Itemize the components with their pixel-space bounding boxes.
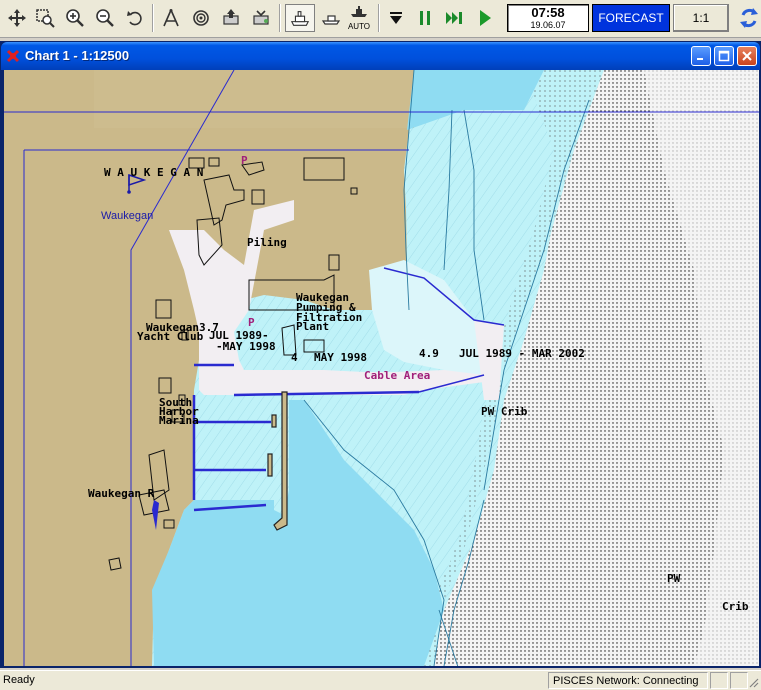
label-town: W A U K E G A N [104,166,203,179]
label-south-3: Marina [159,414,199,427]
pan-icon [8,9,26,27]
minimize-icon [697,58,703,60]
target-button[interactable] [188,5,214,31]
label-depth-4: 4 [291,351,298,364]
ship-icon [321,15,341,25]
label-crib: Crib [722,600,749,613]
label-pumping-4: Plant [296,320,329,333]
play-button[interactable] [472,5,498,31]
land-area-nw [4,70,94,128]
measure-icon [163,9,179,27]
label-river: Waukegan R [88,487,155,500]
zoom-in-button[interactable] [62,5,88,31]
maximize-button[interactable] [714,46,734,66]
label-cable-area: Cable Area [364,369,430,382]
scale-button[interactable]: 1:1 [673,4,729,32]
label-town-blue: Waukegan [101,210,153,222]
pause-button[interactable] [412,5,438,31]
close-icon [742,51,752,61]
window-titlebar[interactable]: Chart 1 - 1:12500 [1,42,760,70]
ship-chart-button[interactable] [285,4,315,32]
label-yacht-2: Yacht Club [137,330,204,343]
pause-icon [420,11,430,25]
print-setup-icon [253,10,269,25]
toolbar-separator [279,4,281,32]
fast-forward-icon [446,12,462,24]
label-pw-crib: PW Crib [481,405,528,418]
main-toolbar: AUTO 07:58 19.06.07 FORECAST 1:1 [0,0,761,38]
fast-forward-button[interactable] [442,5,468,31]
zoom-out-icon [96,9,114,27]
app-root: AUTO 07:58 19.06.07 FORECAST 1:1 Chart 1… [0,0,761,690]
chart-canvas[interactable]: W A U K E G A N Waukegan Piling Waukegan… [4,70,759,666]
zoom-rect-button[interactable] [32,5,58,31]
close-button[interactable] [737,46,757,66]
clock-display: 07:58 19.06.07 [507,4,589,32]
print-button[interactable] [218,5,244,31]
label-may-1998-b: MAY 1998 [314,351,367,364]
resize-grip-icon[interactable] [747,676,759,688]
app-icon [6,49,20,63]
label-may-1998-a: -MAY 1998 [216,340,276,353]
clock-time: 07:58 [531,5,565,20]
ship-auto-icon [351,6,367,17]
label-pw: PW [667,572,681,585]
chart-window: Chart 1 - 1:12500 W A U K E G A N Waukeg… [0,41,761,668]
pan-button[interactable] [4,5,30,31]
toolbar-separator [152,4,154,32]
ship-auto-button[interactable]: AUTO [345,4,373,32]
stop-button[interactable] [383,5,409,31]
minimize-button[interactable] [691,46,711,66]
zoom-in-icon [66,9,84,27]
toolbar-separator [378,4,380,32]
zoom-out-button[interactable] [92,5,118,31]
refresh-button[interactable] [737,5,761,31]
forecast-button[interactable]: FORECAST [592,4,670,32]
refresh-icon [740,8,758,28]
measure-button[interactable] [158,5,184,31]
ship-button[interactable] [318,5,344,31]
maximize-icon [718,50,730,62]
target-icon [193,10,209,26]
window-title: Chart 1 - 1:12500 [25,48,130,63]
undo-icon [127,11,142,26]
status-cell [710,672,728,689]
status-bar: Ready PISCES Network: Connecting [0,670,761,690]
label-depth-49: 4.9 [419,347,439,360]
clock-date: 19.06.07 [530,20,566,30]
label-p-marker: P [248,316,255,329]
auto-label: AUTO [347,22,371,31]
label-piling: Piling [247,236,287,249]
print-setup-button[interactable] [248,5,274,31]
land-area-north [94,70,414,128]
undo-button[interactable] [122,5,148,31]
play-icon [480,10,491,26]
status-cell [730,672,748,689]
zoom-rect-icon [36,9,55,28]
stop-icon [390,12,402,24]
label-p-marker-2: P [241,154,248,167]
label-jul-mar: JUL 1989 - MAR 2002 [459,347,585,360]
print-icon [223,9,239,25]
ship-chart-icon [290,11,310,26]
network-status: PISCES Network: Connecting [548,672,708,689]
status-text: Ready [3,674,35,686]
nautical-chart[interactable]: W A U K E G A N Waukegan Piling Waukegan… [4,70,759,666]
